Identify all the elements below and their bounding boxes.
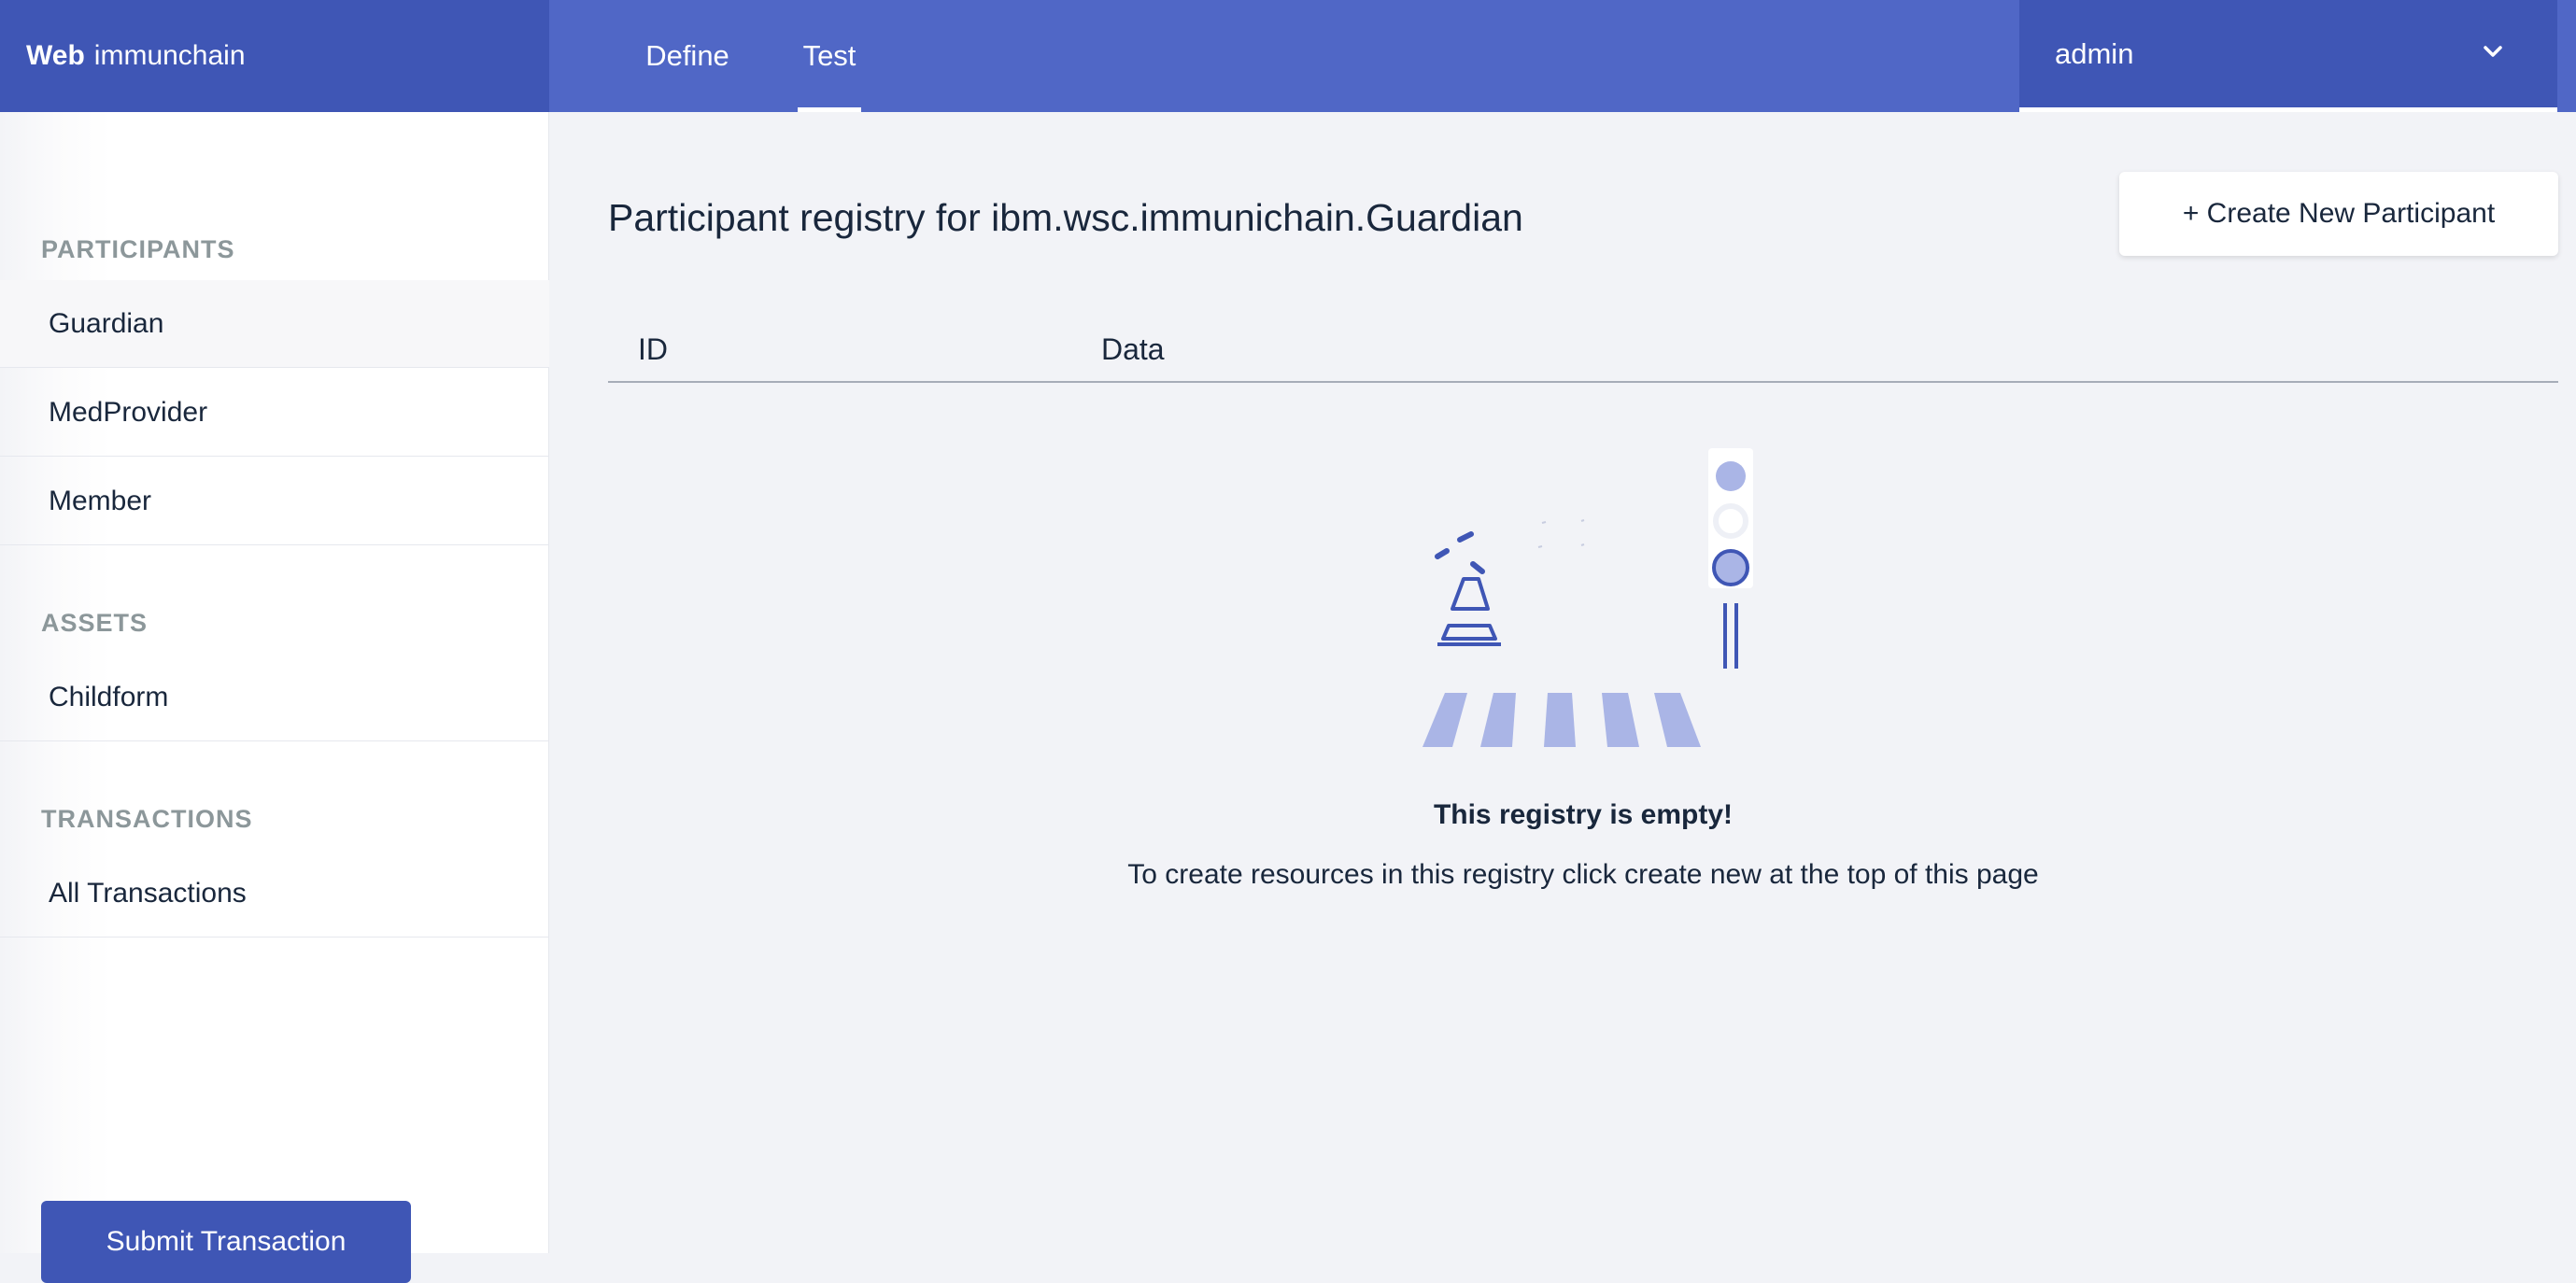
sidebar-item-label: Member <box>49 485 152 516</box>
app-brand[interactable]: Web immunchain <box>0 0 549 112</box>
sidebar-item-guardian[interactable]: Guardian <box>0 280 549 368</box>
tab-define[interactable]: Define <box>637 0 738 112</box>
tab-test-label: Test <box>802 39 856 72</box>
sidebar-item-label: Childform <box>49 681 169 712</box>
sidebar-item-label: All Transactions <box>49 877 247 909</box>
sidebar-heading-transactions: TRANSACTIONS <box>41 805 253 833</box>
sidebar-item-medprovider[interactable]: MedProvider <box>0 369 549 457</box>
empty-registry-illustration-icon <box>1422 448 1753 747</box>
sidebar: PARTICIPANTS Guardian MedProvider Member… <box>0 112 549 1283</box>
brand-name-text: immunchain <box>93 40 246 71</box>
sidebar-item-label: Guardian <box>49 307 164 339</box>
sidebar-heading-participants: PARTICIPANTS <box>41 235 235 263</box>
column-header-data: Data <box>1101 332 1165 366</box>
tab-define-label: Define <box>645 39 729 72</box>
create-new-participant-button[interactable]: + Create New Participant <box>2119 172 2558 256</box>
sidebar-heading-assets: ASSETS <box>41 609 149 637</box>
sidebar-item-member[interactable]: Member <box>0 458 549 545</box>
username: admin <box>2055 36 2134 70</box>
main-content: Participant registry for ibm.wsc.immunic… <box>550 112 2576 1253</box>
registry-table-header: ID Data <box>608 316 2558 383</box>
brand-bold-text: Web <box>26 40 85 71</box>
chevron-down-icon <box>2484 46 2502 57</box>
top-bar: Web immunchain Define Test admin <box>0 0 2576 112</box>
sidebar-item-label: MedProvider <box>49 396 208 428</box>
empty-state-title: This registry is empty! <box>1433 799 1734 830</box>
sidebar-item-childform[interactable]: Childform <box>0 654 549 741</box>
sidebar-item-all-transactions[interactable]: All Transactions <box>0 850 549 938</box>
page-title: Participant registry for ibm.wsc.immunic… <box>608 196 1523 239</box>
column-header-id: ID <box>638 332 668 366</box>
user-menu[interactable]: admin <box>2019 0 2557 112</box>
empty-state-message: To create resources in this registry cli… <box>1127 859 2039 890</box>
submit-transaction-button[interactable]: Submit Transaction <box>41 1201 411 1283</box>
tab-test[interactable]: Test <box>798 0 861 112</box>
